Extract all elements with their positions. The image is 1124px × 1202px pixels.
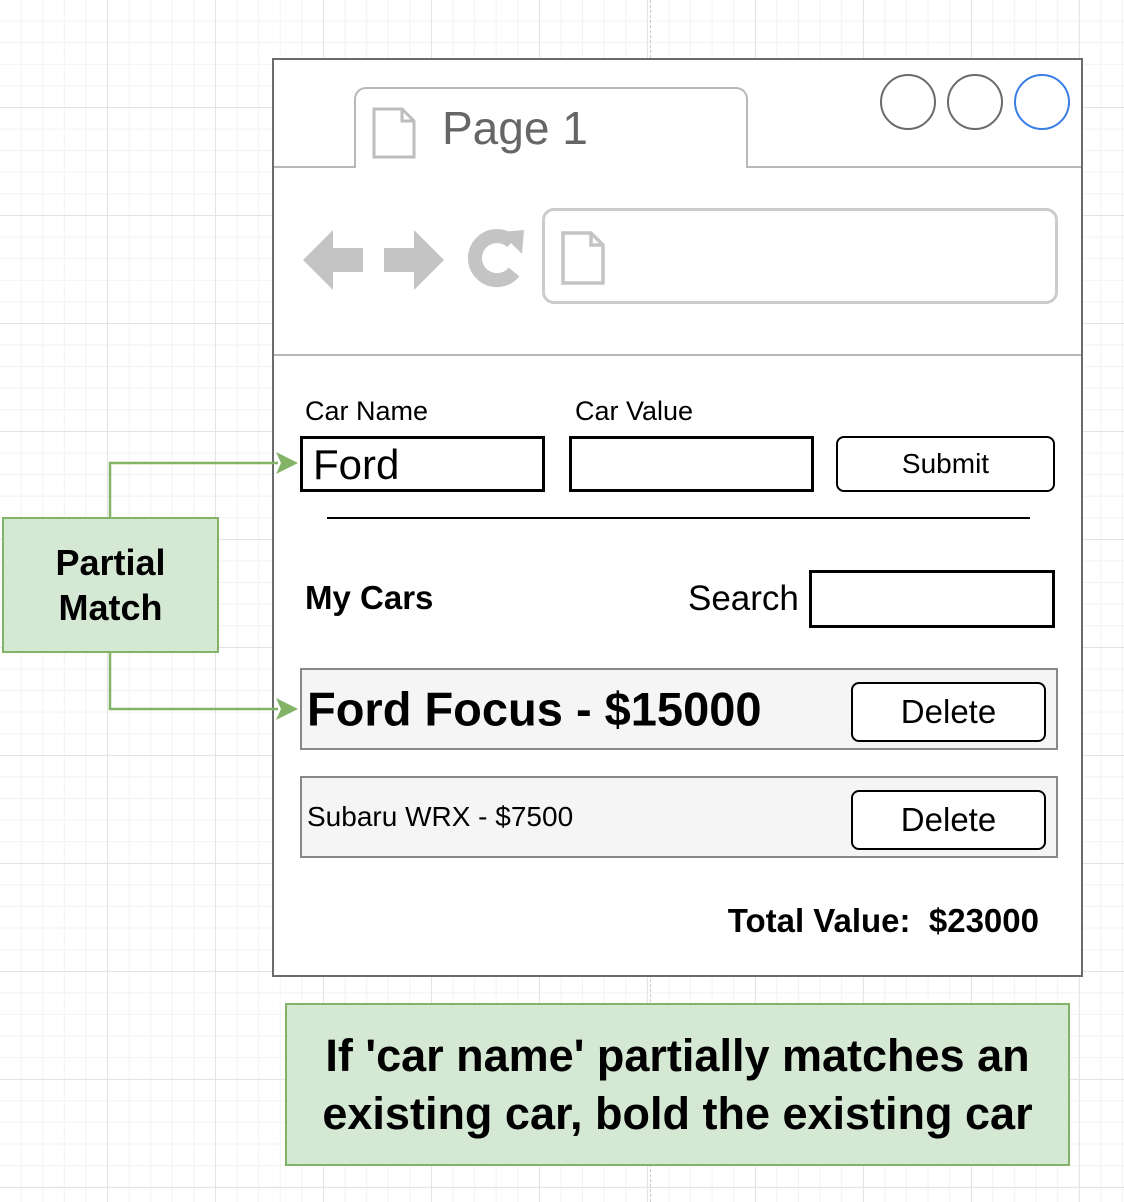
rule-description-note: If 'car name' partially matches an exist… — [285, 1003, 1070, 1166]
rule-description-line: If 'car name' partially matches an — [325, 1029, 1030, 1081]
partial-match-note-line: Match — [58, 587, 163, 628]
partial-match-note-line: Partial — [55, 542, 166, 583]
connector-arrowhead-icon — [276, 452, 298, 474]
partial-match-note: Partial Match — [2, 517, 219, 653]
connector-to-matched-car — [108, 653, 278, 711]
connector-to-car-name-input — [108, 461, 278, 517]
connector-arrowhead-icon — [276, 698, 298, 720]
rule-description-line: existing car, bold the existing car — [322, 1087, 1033, 1139]
